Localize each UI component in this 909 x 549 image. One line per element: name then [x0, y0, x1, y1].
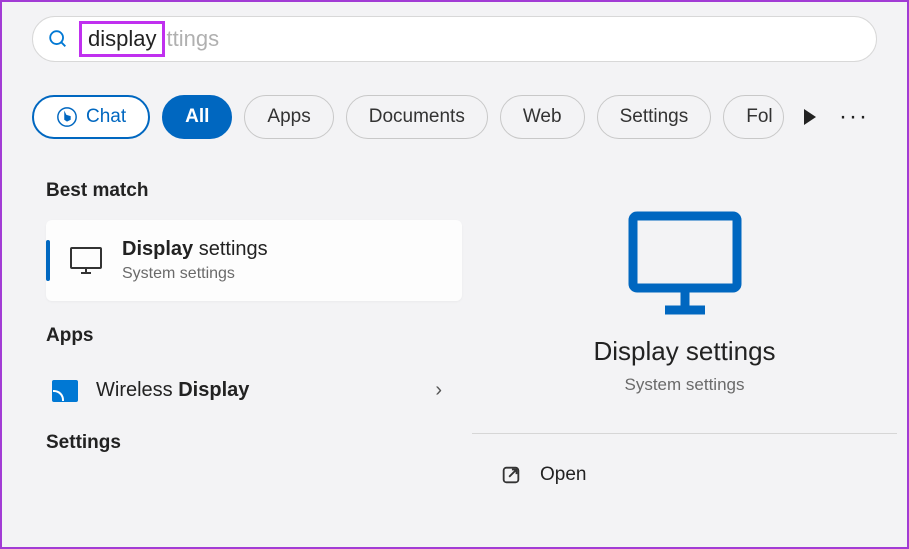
section-best-match: Best match [46, 180, 462, 202]
open-action[interactable]: Open [492, 454, 877, 486]
filter-row: Chat All Apps Documents Web Settings Fol… [32, 92, 877, 142]
search-input[interactable]: display ttings [79, 21, 219, 57]
divider [472, 433, 897, 434]
section-apps: Apps [46, 325, 462, 347]
open-external-icon [500, 464, 522, 486]
windows-search-panel: { "search": { "typed": "display", "ghost… [0, 0, 909, 549]
filter-all-label: All [185, 106, 209, 128]
best-match-title: Display settings [122, 238, 268, 261]
open-action-label: Open [540, 464, 586, 486]
more-options-icon[interactable]: ··· [831, 103, 877, 131]
app-result-wireless-display[interactable]: Wireless Display › [46, 365, 462, 416]
search-bar[interactable]: display ttings [32, 16, 877, 62]
filter-all[interactable]: All [162, 95, 232, 139]
results-left-column: Best match Display settings System setti… [2, 162, 472, 547]
search-query-highlight: display [79, 21, 165, 57]
filter-web-label: Web [523, 106, 562, 128]
best-match-subtitle: System settings [122, 265, 268, 283]
filter-settings[interactable]: Settings [597, 95, 712, 139]
detail-monitor-icon [492, 208, 877, 318]
best-match-result[interactable]: Display settings System settings [46, 220, 462, 301]
monitor-icon [66, 246, 106, 276]
filter-web[interactable]: Web [500, 95, 585, 139]
search-icon [47, 28, 69, 50]
filter-chat-label: Chat [86, 106, 126, 128]
results-area: Best match Display settings System setti… [2, 162, 907, 547]
filter-apps-label: Apps [267, 106, 310, 128]
filter-chat[interactable]: Chat [32, 95, 150, 139]
best-match-text: Display settings System settings [122, 238, 268, 283]
filter-folders-label: Fol [746, 106, 772, 128]
filter-apps[interactable]: Apps [244, 95, 333, 139]
detail-subtitle: System settings [492, 375, 877, 395]
cast-icon [52, 380, 78, 402]
chevron-right-icon: › [435, 379, 462, 402]
scroll-right-icon[interactable] [804, 109, 816, 125]
detail-title: Display settings [492, 336, 877, 367]
filter-documents[interactable]: Documents [346, 95, 488, 139]
section-settings: Settings [46, 432, 462, 454]
search-ghost-suffix: ttings [166, 26, 219, 52]
bing-icon [56, 106, 78, 128]
filter-folders[interactable]: Fol [723, 95, 783, 139]
app-result-label: Wireless Display [96, 379, 417, 402]
filter-documents-label: Documents [369, 106, 465, 128]
detail-pane: Display settings System settings Open [472, 162, 907, 547]
filter-settings-label: Settings [620, 106, 689, 128]
